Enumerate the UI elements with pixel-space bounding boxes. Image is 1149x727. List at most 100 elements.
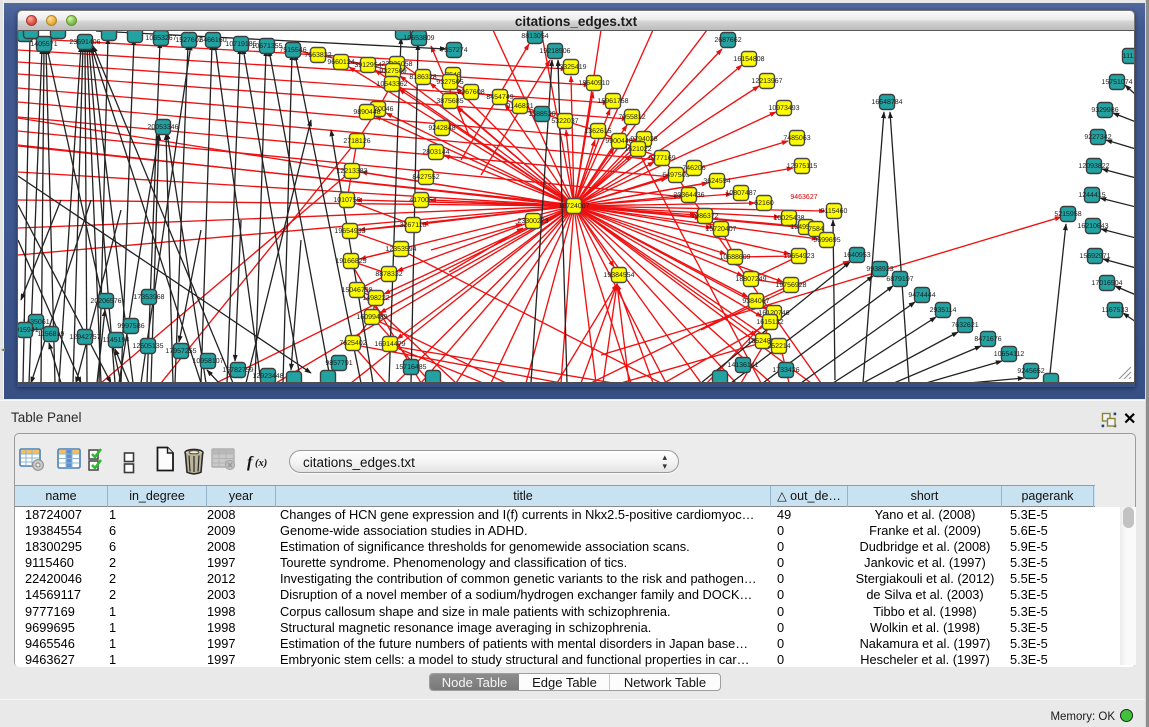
- svg-text:10958107: 10958107: [192, 358, 223, 365]
- svg-text:6466160: 6466160: [199, 37, 226, 44]
- svg-text:16099489: 16099489: [356, 314, 387, 321]
- svg-text:9890448: 9890448: [353, 109, 380, 116]
- svg-text:7485063: 7485063: [783, 135, 810, 142]
- svg-text:7625402: 7625402: [339, 340, 366, 347]
- svg-text:252214: 252214: [767, 343, 790, 350]
- svg-text:16648784: 16648784: [871, 99, 902, 106]
- svg-text:12093822: 12093822: [1078, 163, 1109, 170]
- svg-text:16210643: 16210643: [1077, 223, 1108, 230]
- svg-text:7515546: 7515546: [279, 47, 306, 54]
- svg-text:9463627: 9463627: [790, 194, 817, 201]
- svg-text:9660124: 9660124: [327, 59, 354, 66]
- svg-text:6497503: 6497503: [662, 172, 689, 179]
- svg-text:1405571: 1405571: [30, 41, 57, 48]
- svg-text:9327509: 9327509: [379, 68, 406, 75]
- svg-text:f: f: [247, 454, 254, 471]
- svg-text:9227342: 9227342: [1084, 134, 1111, 141]
- svg-text:9327505: 9327505: [436, 79, 463, 86]
- svg-text:1167533: 1167533: [1102, 307, 1129, 314]
- svg-text:3267110: 3267110: [400, 222, 427, 229]
- svg-text:19384554: 19384554: [603, 272, 634, 279]
- svg-text:1362615: 1362615: [584, 128, 611, 135]
- svg-text:19756928: 19756928: [775, 282, 806, 289]
- svg-text:7663822: 7663822: [304, 52, 331, 59]
- svg-text:1156819: 1156819: [38, 331, 65, 338]
- svg-text:15751074: 15751074: [1101, 79, 1132, 86]
- svg-text:18640910: 18640910: [578, 80, 609, 87]
- svg-text:1615132: 1615132: [756, 319, 783, 326]
- svg-text:9329986: 9329986: [1091, 107, 1118, 114]
- svg-text:14136141: 14136141: [727, 362, 758, 369]
- svg-text:3624554: 3624554: [703, 178, 730, 185]
- svg-text:16782759: 16782759: [222, 367, 253, 374]
- svg-text:9857791: 9857791: [325, 360, 352, 367]
- svg-text:7986372: 7986372: [691, 213, 718, 220]
- svg-text:2803144: 2803144: [422, 149, 449, 156]
- svg-text:15720407: 15720407: [705, 226, 736, 233]
- svg-text:6879197: 6879197: [886, 276, 913, 283]
- svg-text:10688609: 10688609: [719, 254, 750, 261]
- svg-text:10543362: 10543362: [376, 81, 407, 88]
- svg-text:1498222: 1498222: [362, 295, 389, 302]
- svg-text:20053346: 20053346: [147, 124, 178, 131]
- svg-text:5215958: 5215958: [1054, 211, 1081, 218]
- svg-text:10653809: 10653809: [403, 35, 434, 42]
- svg-text:(x): (x): [255, 458, 267, 469]
- svg-text:1244415: 1244415: [1078, 192, 1105, 199]
- svg-text:9938923: 9938923: [866, 266, 893, 273]
- svg-text:5322037: 5322037: [551, 118, 578, 125]
- svg-text:9997586: 9997586: [117, 323, 144, 330]
- svg-text:17957255: 17957255: [165, 348, 196, 355]
- svg-text:10653267: 10653267: [145, 35, 176, 42]
- svg-text:9777169: 9777169: [648, 155, 675, 162]
- svg-text:2967608: 2967608: [457, 89, 484, 96]
- svg-text:12213383: 12213383: [336, 168, 367, 175]
- svg-text:10807487: 10807487: [725, 190, 756, 197]
- svg-text:12353594: 12353594: [385, 246, 416, 253]
- svg-text:1145194: 1145194: [103, 337, 130, 344]
- svg-text:9900448: 9900448: [605, 138, 632, 145]
- svg-text:3915941: 3915941: [18, 327, 39, 334]
- svg-text:12505135: 12505135: [132, 343, 163, 350]
- svg-text:9384067: 9384067: [742, 298, 769, 305]
- svg-text:19654923: 19654923: [783, 253, 814, 260]
- svg-text:9115460: 9115460: [821, 208, 848, 215]
- svg-text:9146821: 9146821: [506, 103, 533, 110]
- svg-text:2718126: 2718126: [343, 138, 370, 145]
- svg-text:10671355: 10671355: [251, 43, 282, 50]
- svg-text:18724007: 18724007: [558, 203, 589, 210]
- svg-text:8813054: 8813054: [521, 33, 548, 40]
- svg-text:3875685: 3875685: [436, 98, 463, 105]
- svg-text:2935114: 2935114: [930, 307, 957, 314]
- svg-text:8454749: 8454749: [486, 94, 513, 101]
- svg-text:10654112: 10654112: [994, 351, 1025, 358]
- svg-text:1640953: 1640953: [843, 252, 870, 259]
- svg-text:18807249: 18807249: [735, 276, 766, 283]
- svg-text:16961758: 16961758: [597, 98, 628, 105]
- svg-text:746206: 746206: [682, 165, 705, 172]
- svg-text:19218506: 19218506: [539, 48, 570, 55]
- svg-text:17016504: 17016504: [1091, 280, 1122, 287]
- svg-text:1588520: 1588520: [528, 111, 555, 118]
- svg-text:9699695: 9699695: [813, 237, 840, 244]
- svg-text:15692971: 15692971: [1079, 253, 1110, 260]
- svg-text:1112: 1112: [1123, 53, 1135, 60]
- svg-text:9474444: 9474444: [908, 292, 935, 299]
- svg-text:17353968: 17353968: [133, 294, 164, 301]
- svg-text:7357274: 7357274: [440, 47, 467, 54]
- svg-text:8471676: 8471676: [974, 336, 1001, 343]
- svg-text:7632621: 7632621: [951, 322, 978, 329]
- svg-text:9242848: 9242848: [428, 125, 455, 132]
- svg-text:12942757: 12942757: [69, 334, 100, 341]
- svg-text:8186328: 8186328: [409, 74, 436, 81]
- svg-text:12975115: 12975115: [787, 163, 818, 170]
- svg-text:62160: 62160: [754, 200, 774, 207]
- svg-text:3912954: 3912954: [354, 62, 381, 69]
- svg-text:9245652: 9245652: [1017, 368, 1044, 375]
- svg-text:8878332: 8878332: [375, 271, 402, 278]
- svg-text:19654933: 19654933: [334, 228, 365, 235]
- svg-text:417006: 417006: [409, 197, 432, 204]
- svg-text:1733426: 1733426: [772, 367, 799, 374]
- svg-text:8427552: 8427552: [412, 174, 439, 181]
- svg-text:15716485: 15716485: [395, 364, 426, 371]
